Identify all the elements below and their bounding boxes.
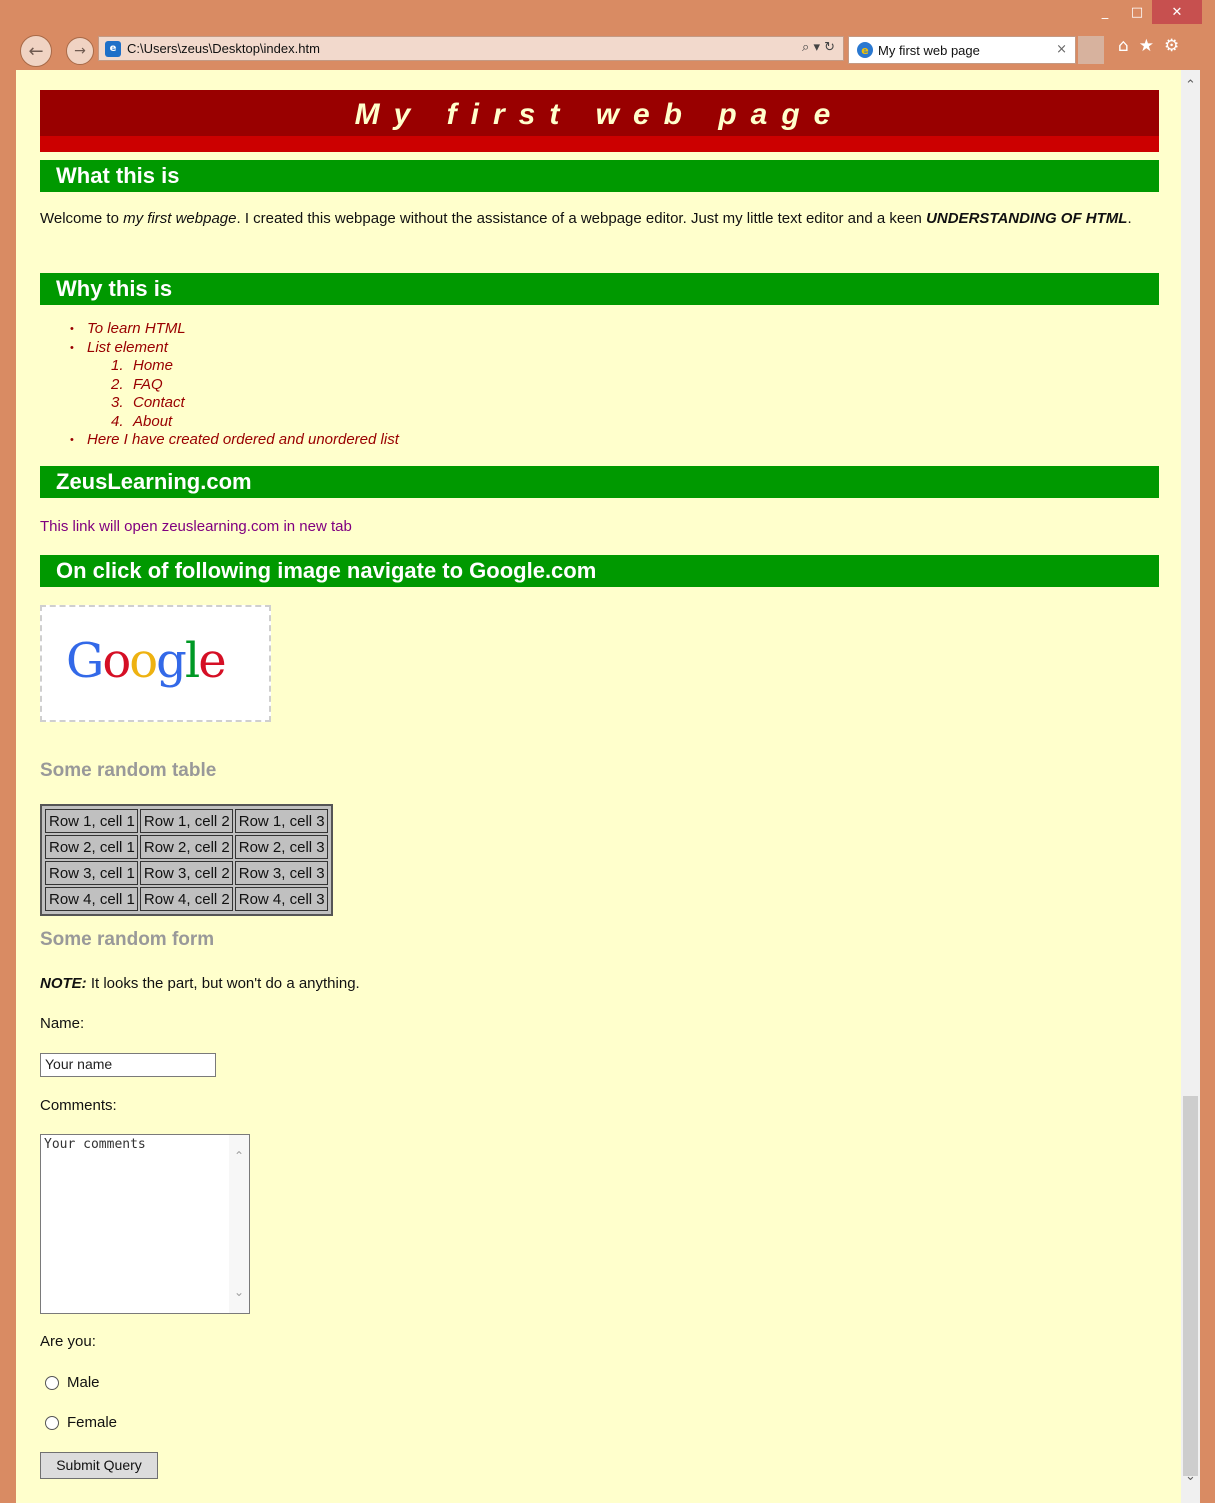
radio-male-label: Male	[67, 1374, 100, 1391]
heading-what-this-is: What this is	[40, 160, 1159, 192]
chevron-up-icon[interactable]: ⌃	[229, 1149, 249, 1163]
radio-female[interactable]	[45, 1415, 59, 1430]
browser-window: _ □ ✕ ← → e C:\Users\zeus\Desktop\index.…	[0, 0, 1215, 1503]
comments-value: Your comments	[44, 1137, 146, 1152]
ordered-item: 3. Contact	[111, 394, 185, 411]
settings-icon[interactable]: ⚙	[1164, 36, 1179, 62]
name-input[interactable]: Your name	[40, 1053, 216, 1077]
google-logo-letter: e	[198, 633, 226, 689]
forward-button[interactable]: →	[66, 37, 94, 65]
table-cell: Row 4, cell 3	[234, 887, 328, 911]
search-refresh-icons[interactable]: ⌕ ▾ ↻	[802, 40, 835, 55]
google-image-link[interactable]: Google	[40, 605, 271, 722]
ie-icon: e	[857, 42, 873, 58]
toolbar-icons: ⌂ ★ ⚙	[1118, 36, 1198, 62]
page-icon: e	[105, 40, 121, 57]
table-cell: Row 2, cell 3	[234, 835, 328, 859]
favorites-icon[interactable]: ★	[1139, 36, 1154, 62]
google-logo-letter: g	[156, 633, 187, 689]
name-label: Name:	[40, 1015, 85, 1032]
list-item: • Here I have created ordered and unorder…	[70, 431, 399, 448]
table-row: Row 1, cell 1 Row 1, cell 2 Row 1, cell …	[45, 809, 328, 833]
maximize-button[interactable]: □	[1122, 0, 1152, 24]
table-row: Row 3, cell 1 Row 3, cell 2 Row 3, cell …	[45, 861, 328, 885]
radio-male-row[interactable]: Male	[45, 1374, 100, 1391]
title-bar: _ □ ✕	[0, 0, 1215, 32]
google-logo-letter: o	[102, 633, 131, 689]
heading-why-this-is: Why this is	[40, 273, 1159, 305]
welcome-text-3: .	[1127, 210, 1132, 227]
heading-google: On click of following image navigate to …	[40, 555, 1159, 587]
welcome-text-2: . I created this webpage without the ass…	[236, 210, 927, 227]
tab-title: My first web page	[878, 42, 980, 58]
table-cell: Row 3, cell 2	[139, 861, 233, 885]
home-icon[interactable]: ⌂	[1118, 36, 1129, 62]
google-logo: Google	[66, 633, 227, 689]
table-cell: Row 1, cell 2	[139, 809, 233, 833]
why-list: • To learn HTML • List element 1. Home 2. FA…	[70, 320, 399, 450]
heading-random-form: Some random form	[40, 929, 215, 950]
close-window-button[interactable]: ✕	[1152, 0, 1202, 24]
new-tab-button[interactable]	[1078, 36, 1104, 64]
page-title: My first web page	[354, 98, 845, 131]
table-cell: Row 2, cell 1	[45, 835, 138, 859]
table-cell: Row 1, cell 3	[234, 809, 328, 833]
welcome-paragraph: Welcome to my first webpage. I created t…	[40, 207, 1159, 231]
forward-arrow-icon: →	[74, 43, 86, 59]
address-text[interactable]: C:\Users\zeus\Desktop\index.htm	[127, 41, 320, 56]
table-row: Row 4, cell 1 Row 4, cell 2 Row 4, cell …	[45, 887, 328, 911]
google-logo-letter: l	[184, 633, 200, 689]
scroll-thumb[interactable]	[1183, 1096, 1198, 1476]
list-item: • List element	[70, 338, 168, 356]
chevron-down-icon[interactable]: ⌄	[1181, 1469, 1200, 1493]
table-cell: Row 3, cell 1	[45, 861, 138, 885]
are-you-label: Are you:	[40, 1333, 96, 1350]
random-table: Row 1, cell 1 Row 1, cell 2 Row 1, cell …	[40, 804, 333, 916]
chevron-up-icon[interactable]: ⌃	[1181, 78, 1200, 102]
heading-zeuslearning: ZeusLearning.com	[40, 466, 1159, 498]
note-text: It looks the part, but won't do a anythi…	[86, 975, 360, 992]
google-logo-letter: G	[66, 633, 104, 689]
submit-button[interactable]: Submit Query	[40, 1452, 158, 1479]
heading-random-table: Some random table	[40, 760, 217, 781]
form-note: NOTE: It looks the part, but won't do a …	[40, 975, 360, 992]
tab-my-first-web-page[interactable]: e My first web page ×	[848, 36, 1076, 64]
comments-label: Comments:	[40, 1097, 117, 1114]
textarea-scrollbar[interactable]: ⌃ ⌄	[229, 1135, 249, 1313]
radio-female-label: Female	[67, 1414, 118, 1431]
minimize-button[interactable]: _	[1090, 0, 1120, 24]
comments-textarea[interactable]: Your comments ⌃ ⌄	[40, 1134, 250, 1314]
table-cell: Row 3, cell 3	[234, 861, 328, 885]
page-viewport: My first web page What this is Welcome t…	[16, 70, 1200, 1503]
page-scrollbar[interactable]: ⌃ ⌄	[1181, 70, 1200, 1503]
ordered-item: 1. Home	[111, 357, 174, 374]
banner-stripe	[40, 136, 1159, 152]
welcome-emphasis: my first webpage	[123, 210, 237, 227]
table-cell: Row 2, cell 2	[139, 835, 233, 859]
radio-female-row[interactable]: Female	[45, 1414, 117, 1431]
table-row: Row 2, cell 1 Row 2, cell 2 Row 2, cell …	[45, 835, 328, 859]
address-bar[interactable]: e C:\Users\zeus\Desktop\index.htm ⌕ ▾ ↻	[98, 36, 844, 61]
table-cell: Row 4, cell 1	[45, 887, 138, 911]
ordered-item: 4. About	[111, 412, 173, 430]
back-button[interactable]: ←	[20, 35, 52, 67]
navigation-bar: ← → e C:\Users\zeus\Desktop\index.htm ⌕ …	[0, 30, 1215, 68]
list-item: • To learn HTML	[70, 320, 186, 337]
chevron-down-icon[interactable]: ⌄	[229, 1285, 249, 1299]
back-arrow-icon: ←	[28, 40, 44, 62]
tab-close-icon[interactable]: ×	[1056, 42, 1067, 57]
table-cell: Row 4, cell 2	[139, 887, 233, 911]
zeuslearning-link[interactable]: This link will open zeuslearning.com in …	[40, 518, 352, 535]
radio-male[interactable]	[45, 1375, 59, 1390]
page-banner: My first web page	[40, 90, 1159, 152]
note-label: NOTE:	[40, 975, 87, 992]
ordered-item: 2. FAQ	[111, 375, 163, 393]
table-cell: Row 1, cell 1	[45, 809, 138, 833]
google-logo-letter: o	[129, 633, 158, 689]
welcome-text-1: Welcome to	[40, 210, 124, 227]
welcome-strong: UNDERSTANDING OF HTML	[926, 210, 1128, 227]
